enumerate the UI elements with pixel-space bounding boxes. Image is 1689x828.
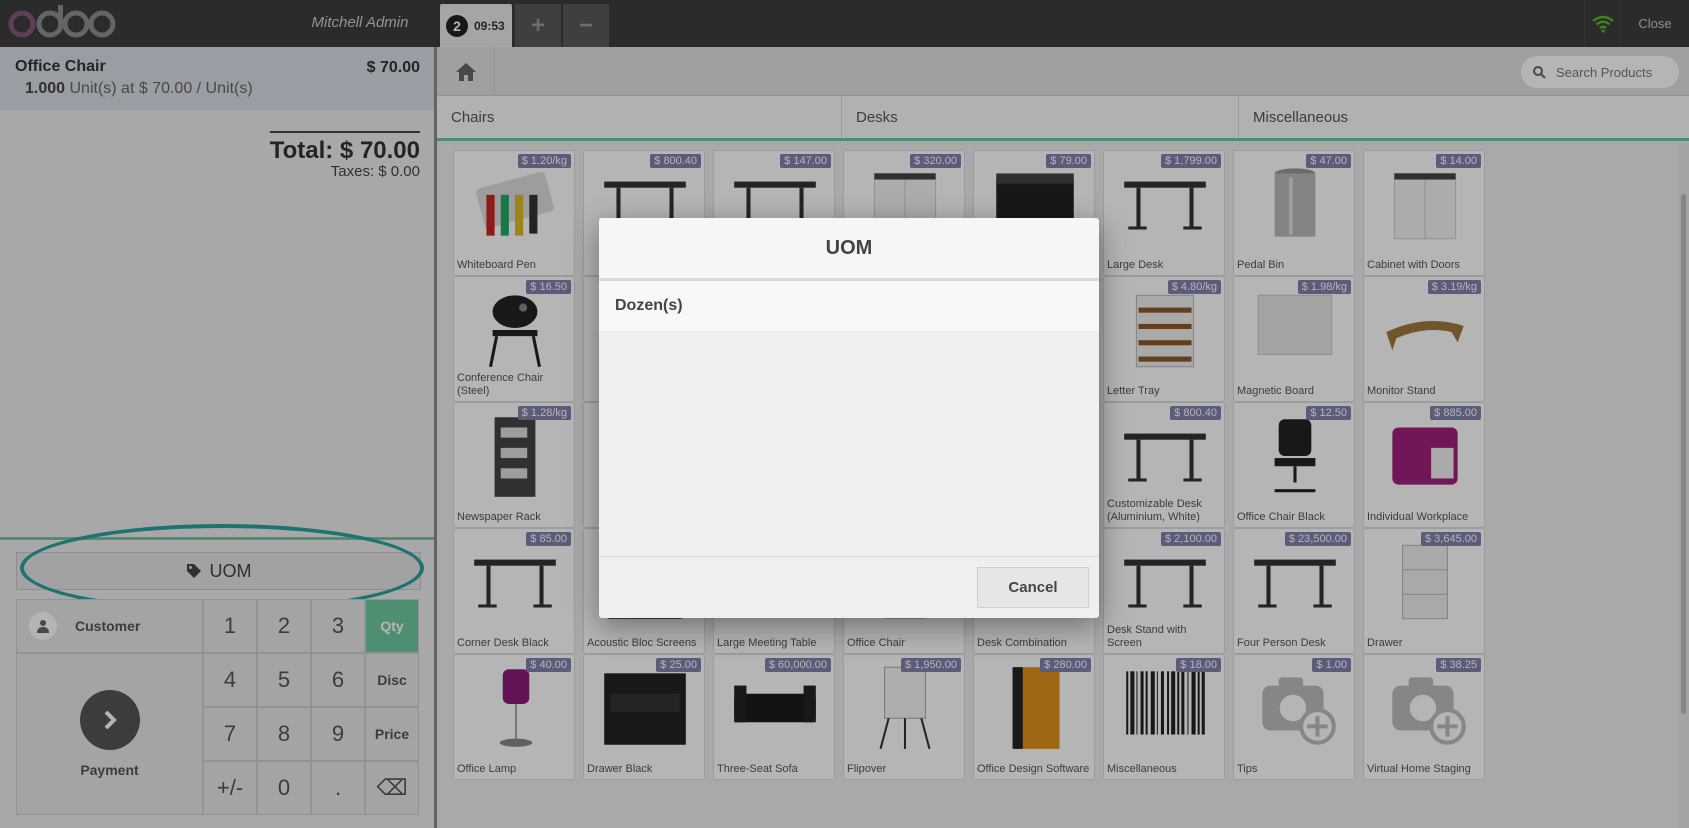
popup-footer: Cancel (599, 556, 1099, 618)
cancel-button[interactable]: Cancel (977, 567, 1089, 608)
uom-popup: UOM Dozen(s) Cancel (599, 218, 1099, 618)
uom-option-dozens[interactable]: Dozen(s) (599, 281, 1099, 331)
popup-title: UOM (599, 218, 1099, 281)
